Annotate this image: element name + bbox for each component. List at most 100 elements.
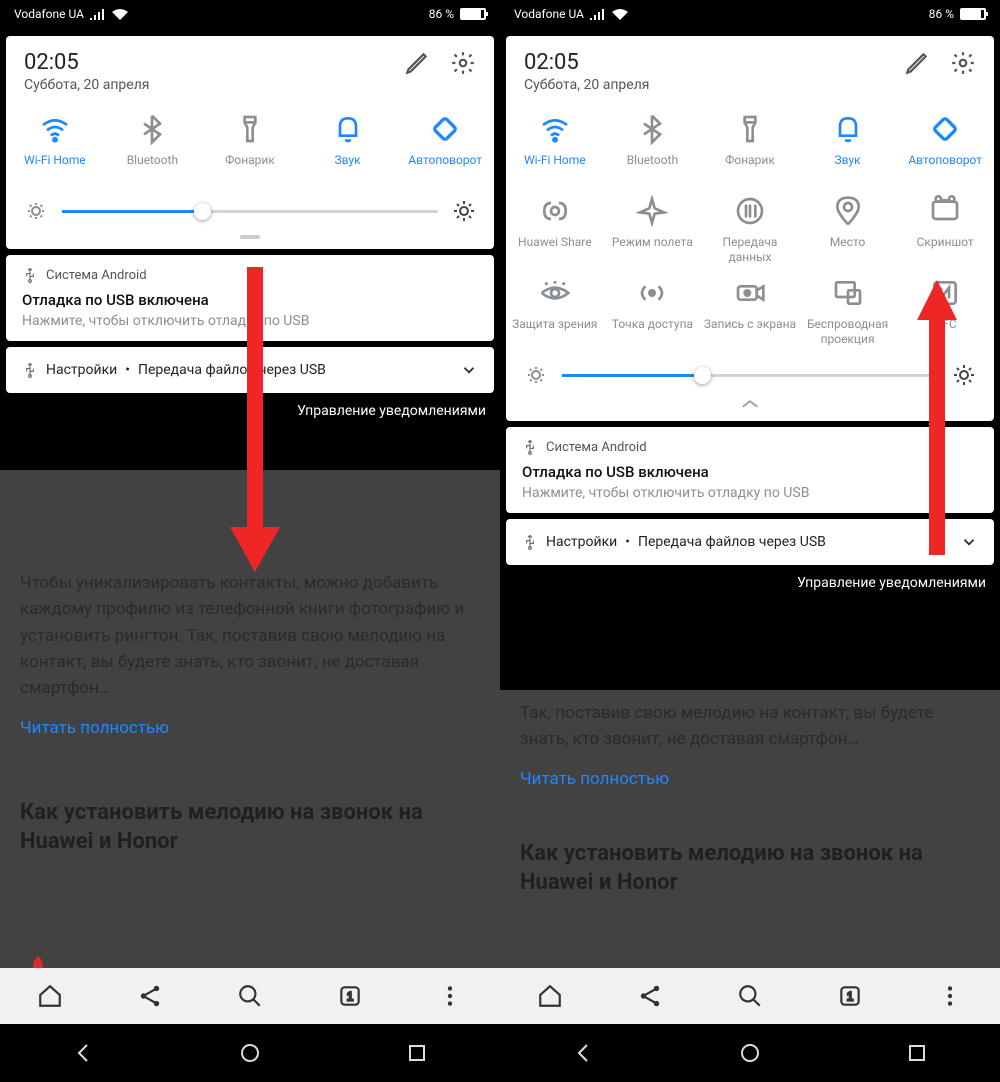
toggle-sound[interactable]: Звук <box>299 113 397 183</box>
flashlight-icon <box>234 113 266 145</box>
toggle-hotspot[interactable]: Точка доступа <box>604 277 702 347</box>
brightness-track[interactable] <box>62 210 438 213</box>
notification-system-android[interactable]: Система Android Отладка по USB включена … <box>506 427 994 513</box>
nav-recent-icon[interactable] <box>905 1041 929 1065</box>
search-icon[interactable] <box>737 983 763 1009</box>
chevron-down-icon[interactable] <box>460 361 478 379</box>
toggle-airplane[interactable]: Режим полета <box>604 195 702 265</box>
usb-icon <box>22 362 38 378</box>
notif-subtitle: Нажмите, чтобы отключить отладку по USB <box>22 313 478 329</box>
quick-toggles-row1: Wi-Fi Home Bluetooth Фонарик Звук Автопо… <box>6 105 494 187</box>
article-heading: Как установить мелодию на звонок на Huaw… <box>20 798 480 857</box>
toggle-label: Запись с экрана <box>704 317 796 347</box>
toggle-location[interactable]: Место <box>799 195 897 265</box>
battery-pct: 86 % <box>429 7 454 21</box>
edit-icon[interactable] <box>904 50 930 76</box>
toggle-screenshot[interactable]: Скриншот <box>896 195 994 265</box>
gear-icon[interactable] <box>950 50 976 76</box>
separator: • <box>625 534 630 550</box>
gear-icon[interactable] <box>450 50 476 76</box>
more-icon[interactable] <box>937 983 963 1009</box>
notification-shade-expanded: 02:05 Суббота, 20 апреля Wi-Fi Home Blue… <box>506 36 994 421</box>
rotate-icon <box>929 113 961 145</box>
read-more-link[interactable]: Читать полностью <box>520 769 980 789</box>
svg-text:1: 1 <box>347 989 354 1003</box>
toggle-wifi[interactable]: Wi-Fi Home <box>506 113 604 183</box>
toggle-label: Wi-Fi Home <box>524 153 586 183</box>
brightness-track[interactable] <box>562 374 938 377</box>
toggle-mobile-data[interactable]: Передача данных <box>701 195 799 265</box>
toggle-label: Точка доступа <box>612 317 693 347</box>
nav-back-icon[interactable] <box>71 1041 95 1065</box>
toggle-label: Скриншот <box>917 235 974 265</box>
toggle-label: Bluetooth <box>127 153 178 183</box>
toggle-bluetooth[interactable]: Bluetooth <box>104 113 202 183</box>
toggle-wifi[interactable]: Wi-Fi Home <box>6 113 104 183</box>
shade-date: Суббота, 20 апреля <box>24 77 150 93</box>
status-bar: Vodafone UA 86 % <box>500 0 1000 28</box>
toggle-label: Звук <box>335 153 361 183</box>
notification-usb-settings[interactable]: Настройки • Передача файлов через USB <box>6 347 494 393</box>
nav-home-icon[interactable] <box>738 1041 762 1065</box>
toggle-autorotate[interactable]: Автоповорот <box>396 113 494 183</box>
toggle-label: Bluetooth <box>627 153 678 183</box>
battery-icon <box>960 8 986 20</box>
search-icon[interactable] <box>237 983 263 1009</box>
collapse-chevron[interactable] <box>506 391 994 411</box>
notif-settings-label: Настройки <box>546 534 617 550</box>
toggle-label: Защита зрения <box>512 317 597 347</box>
chevron-down-icon[interactable] <box>960 533 978 551</box>
notification-system-android[interactable]: Система Android Отладка по USB включена … <box>6 255 494 341</box>
battery-icon <box>460 8 486 20</box>
system-navbar <box>500 1024 1000 1082</box>
quick-toggles-row3: Защита зрения Точка доступа Запись с экр… <box>506 269 994 351</box>
read-more-link[interactable]: Читать полностью <box>20 718 480 738</box>
share-icon[interactable] <box>637 983 663 1009</box>
toggle-label: Фонарик <box>725 153 775 183</box>
phone-left: HUAWEI Чтобы уникализировать контакты, м… <box>0 0 500 1082</box>
status-bar: Vodafone UA 86 % <box>0 0 500 28</box>
more-icon[interactable] <box>437 983 463 1009</box>
brightness-slider[interactable] <box>6 187 494 227</box>
home-icon[interactable] <box>37 983 63 1009</box>
brightness-slider[interactable] <box>506 351 994 391</box>
usb-icon <box>522 534 538 550</box>
toggle-nfc[interactable]: NFC <box>896 277 994 347</box>
toggle-flashlight[interactable]: Фонарик <box>701 113 799 183</box>
slider-thumb[interactable] <box>194 203 211 220</box>
notif-settings-label: Настройки <box>46 362 117 378</box>
toggle-autorotate[interactable]: Автоповорот <box>896 113 994 183</box>
notif-settings-detail: Передача файлов через USB <box>638 534 826 550</box>
home-icon[interactable] <box>537 983 563 1009</box>
system-navbar <box>0 1024 500 1082</box>
tabs-icon[interactable]: 1 <box>337 983 363 1009</box>
drag-handle[interactable] <box>6 227 494 239</box>
toggle-label: Беспроводная проекция <box>799 317 897 347</box>
toggle-wireless-projection[interactable]: Беспроводная проекция <box>799 277 897 347</box>
edit-icon[interactable] <box>404 50 430 76</box>
nav-back-icon[interactable] <box>571 1041 595 1065</box>
nav-home-icon[interactable] <box>238 1041 262 1065</box>
manage-notifications-link[interactable]: Управление уведомлениями <box>500 565 1000 591</box>
flashlight-icon <box>734 113 766 145</box>
toggle-eye-comfort[interactable]: Защита зрения <box>506 277 604 347</box>
share-icon[interactable] <box>137 983 163 1009</box>
notif-title: Отладка по USB включена <box>522 463 978 481</box>
toggle-sound[interactable]: Звук <box>799 113 897 183</box>
phone-right: Так, поставив свою мелодию на контакт, в… <box>500 0 1000 1082</box>
slider-thumb[interactable] <box>694 367 711 384</box>
data-icon <box>734 195 766 227</box>
manage-notifications-link[interactable]: Управление уведомлениями <box>0 393 500 419</box>
toggle-flashlight[interactable]: Фонарик <box>201 113 299 183</box>
notification-usb-settings[interactable]: Настройки • Передача файлов через USB <box>506 519 994 565</box>
toggle-bluetooth[interactable]: Bluetooth <box>604 113 702 183</box>
separator: • <box>125 362 130 378</box>
quick-toggles-row2: Huawei Share Режим полета Передача данны… <box>506 187 994 269</box>
toggle-screen-record[interactable]: Запись с экрана <box>701 277 799 347</box>
tabs-icon[interactable]: 1 <box>837 983 863 1009</box>
toggle-huawei-share[interactable]: Huawei Share <box>506 195 604 265</box>
wifi-status-icon <box>112 8 128 20</box>
wifi-icon <box>539 113 571 145</box>
brightness-low-icon <box>524 363 548 387</box>
nav-recent-icon[interactable] <box>405 1041 429 1065</box>
